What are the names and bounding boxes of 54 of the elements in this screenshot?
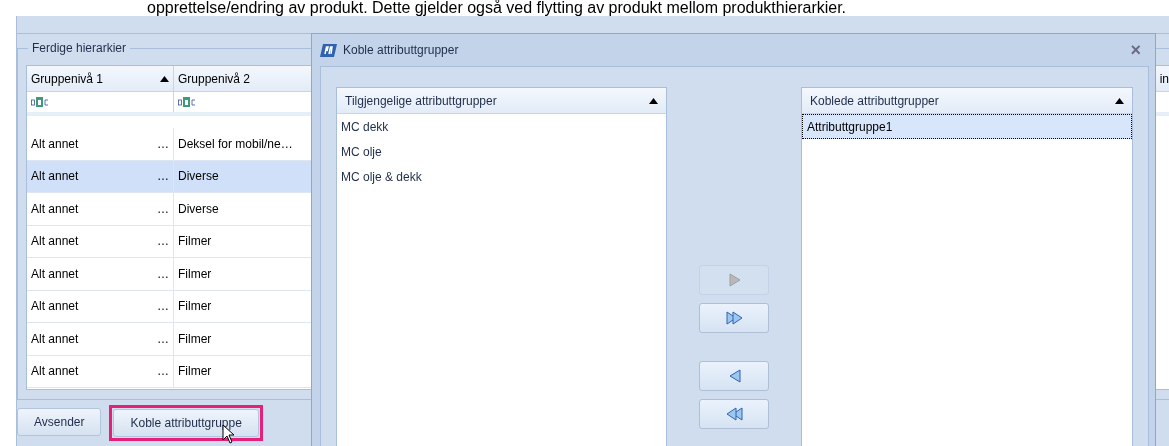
move-button[interactable] (699, 303, 769, 333)
dialog-title: Koble attributtgrupper (343, 42, 459, 59)
table-cell-text: Diverse (178, 200, 219, 218)
table-cell-text: Alt annet (31, 168, 79, 186)
grid-row[interactable]: Alt annet … Filmer (27, 258, 314, 291)
action-button[interactable]: Koble attributtgruppe (113, 409, 259, 437)
table-cell-text: Alt annet (31, 200, 79, 218)
table-cell-text: Alt annet (31, 135, 79, 153)
sort-up-icon (649, 97, 658, 104)
move-button[interactable] (699, 361, 769, 391)
table-cell-text: Deksel for mobil/ne… (178, 135, 293, 153)
ellipsis-button[interactable]: … (157, 264, 169, 283)
grid-row[interactable]: Alt annet … Deksel for mobil/ne… (27, 128, 314, 161)
table-cell-text: Filmer (178, 265, 212, 283)
grid-row[interactable]: Alt annet … Filmer (27, 225, 314, 258)
list-item[interactable]: MC olje & dekk (337, 164, 666, 189)
ellipsis-button[interactable]: … (157, 134, 169, 153)
action-button[interactable]: Avsender (17, 408, 102, 436)
table-cell-text: Alt annet (31, 330, 79, 348)
table-cell-text: Alt annet (31, 363, 79, 381)
list-item[interactable]: MC olje (337, 139, 666, 164)
ellipsis-button[interactable]: … (157, 167, 169, 186)
list-header[interactable]: Tilgjengelige attributtgrupper (337, 88, 666, 114)
table-cell-text: Filmer (178, 298, 212, 316)
ellipsis-button[interactable]: … (157, 362, 169, 381)
text-filter-icon (31, 97, 49, 107)
ellipsis-button[interactable]: … (157, 329, 169, 348)
app-logo-icon (320, 42, 338, 58)
list-header[interactable]: Koblede attributtgrupper (802, 88, 1132, 114)
document-text: opprettelse/endring av produkt. Dette gjelder også ved flytting av produkt mellom produkthierarkier. (147, 0, 848, 16)
table-cell-text: Alt annet (31, 298, 79, 316)
table-cell-text: Filmer (178, 330, 212, 348)
table-cell-text: Filmer (178, 363, 212, 381)
list-item[interactable]: MC dekk (337, 114, 666, 139)
grid-row[interactable]: Alt annet … Filmer (27, 355, 314, 388)
text-filter-icon (178, 97, 196, 107)
sort-up-icon (160, 75, 169, 82)
grid-row[interactable]: Alt annet … Filmer (27, 323, 314, 356)
ellipsis-button[interactable]: … (157, 297, 169, 316)
ellipsis-button[interactable]: … (157, 232, 169, 251)
grid-row[interactable]: Alt annet … Diverse (27, 160, 314, 193)
column-header[interactable]: in (1159, 69, 1169, 88)
double-arrow-right-icon (723, 309, 745, 327)
table-cell-text: Diverse (178, 168, 219, 186)
move-button[interactable] (699, 399, 769, 429)
table-cell-text: Filmer (178, 233, 212, 251)
grid-row[interactable]: Alt annet … Diverse (27, 193, 314, 226)
grid-row[interactable]: Alt annet … Filmer (27, 290, 314, 323)
table-cell-text: Alt annet (31, 233, 79, 251)
sort-up-icon (1115, 97, 1124, 104)
table-cell-text: Alt annet (31, 265, 79, 283)
ellipsis-button[interactable]: … (157, 199, 169, 218)
column-header[interactable]: Gruppenivå 1 (27, 66, 174, 91)
list-item[interactable]: Attributtgruppe1 (802, 114, 1132, 139)
